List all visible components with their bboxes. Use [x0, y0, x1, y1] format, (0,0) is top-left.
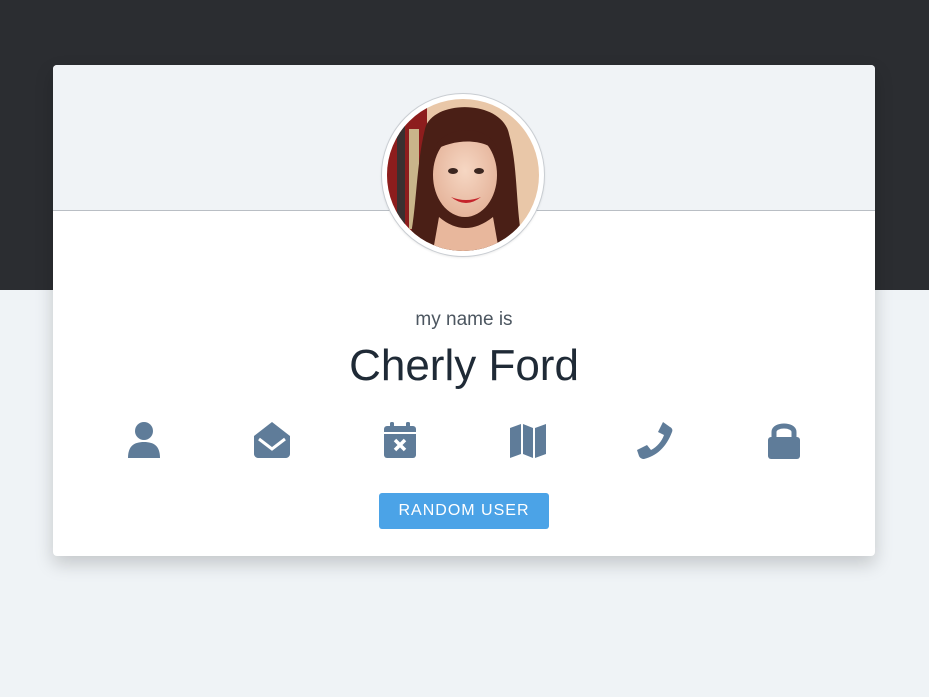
avatar	[381, 93, 545, 257]
random-user-button[interactable]: RANDOM USER	[379, 493, 549, 529]
map-icon[interactable]	[508, 420, 548, 460]
phone-icon[interactable]	[636, 420, 676, 460]
profile-card: my name is Cherly Ford RANDOM USER	[53, 65, 875, 556]
user-icon[interactable]	[124, 420, 164, 460]
lock-icon[interactable]	[764, 420, 804, 460]
avatar-photo	[387, 99, 539, 251]
calendar-icon[interactable]	[380, 420, 420, 460]
email-icon[interactable]	[252, 420, 292, 460]
profile-value: Cherly Ford	[349, 341, 579, 390]
profile-icon-row	[53, 420, 875, 460]
profile-label: my name is	[415, 309, 513, 330]
